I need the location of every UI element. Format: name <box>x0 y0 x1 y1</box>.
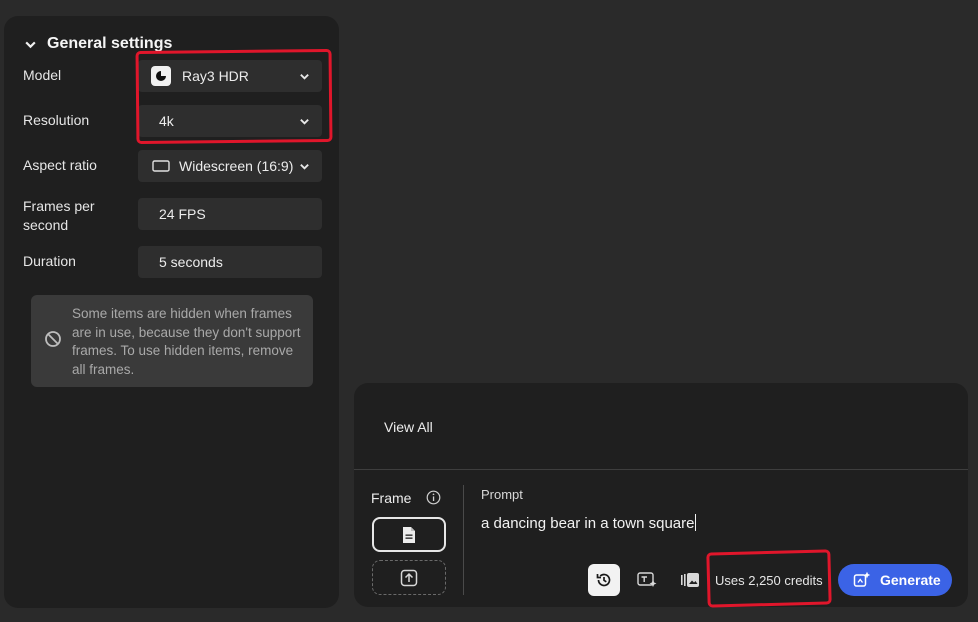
info-icon[interactable] <box>426 490 441 505</box>
ban-icon <box>45 331 61 347</box>
frame-label: Frame <box>371 490 412 506</box>
model-label: Model <box>23 67 62 83</box>
text-style-icon[interactable] <box>637 571 657 589</box>
panel-divider <box>354 469 968 470</box>
resolution-label: Resolution <box>23 112 90 128</box>
aspect-ratio-select[interactable]: Widescreen (16:9) <box>138 150 322 182</box>
view-all-link[interactable]: View All <box>384 419 433 435</box>
annotation-highlight-credits <box>706 549 832 608</box>
style-reference-icon[interactable] <box>680 571 700 589</box>
aspect-ratio-value: Widescreen (16:9) <box>179 158 294 174</box>
frame-upload-button[interactable] <box>372 560 446 595</box>
frames-notice-text: Some items are hidden when frames are in… <box>72 306 301 377</box>
fps-field[interactable]: 24 FPS <box>138 198 322 230</box>
upload-icon <box>400 569 418 586</box>
prompt-panel: View All Frame Prompt a dancing bear in … <box>354 383 968 607</box>
widescreen-icon <box>152 160 170 172</box>
fps-value: 24 FPS <box>159 206 206 222</box>
generate-button[interactable]: Generate <box>838 564 952 596</box>
aspect-ratio-label: Aspect ratio <box>23 157 97 173</box>
prompt-input[interactable]: a dancing bear in a town square <box>481 514 696 532</box>
duration-field[interactable]: 5 seconds <box>138 246 322 278</box>
vertical-divider <box>463 485 464 595</box>
frame-document-button[interactable] <box>372 517 446 552</box>
chevron-down-icon <box>25 41 36 48</box>
duration-value: 5 seconds <box>159 254 223 270</box>
fps-label-line2: second <box>23 217 69 233</box>
generate-label: Generate <box>880 572 941 588</box>
fps-label-line1: Frames per <box>23 198 95 214</box>
fps-label: Frames per second <box>23 197 95 235</box>
generate-sparkle-icon <box>853 571 871 587</box>
duration-label: Duration <box>23 253 76 269</box>
frames-notice: Some items are hidden when frames are in… <box>31 295 313 387</box>
chevron-down-icon <box>300 164 309 170</box>
annotation-highlight-model <box>135 48 333 145</box>
history-button[interactable] <box>588 564 620 596</box>
prompt-label: Prompt <box>481 487 523 502</box>
document-icon <box>403 526 415 543</box>
history-icon <box>596 573 611 587</box>
